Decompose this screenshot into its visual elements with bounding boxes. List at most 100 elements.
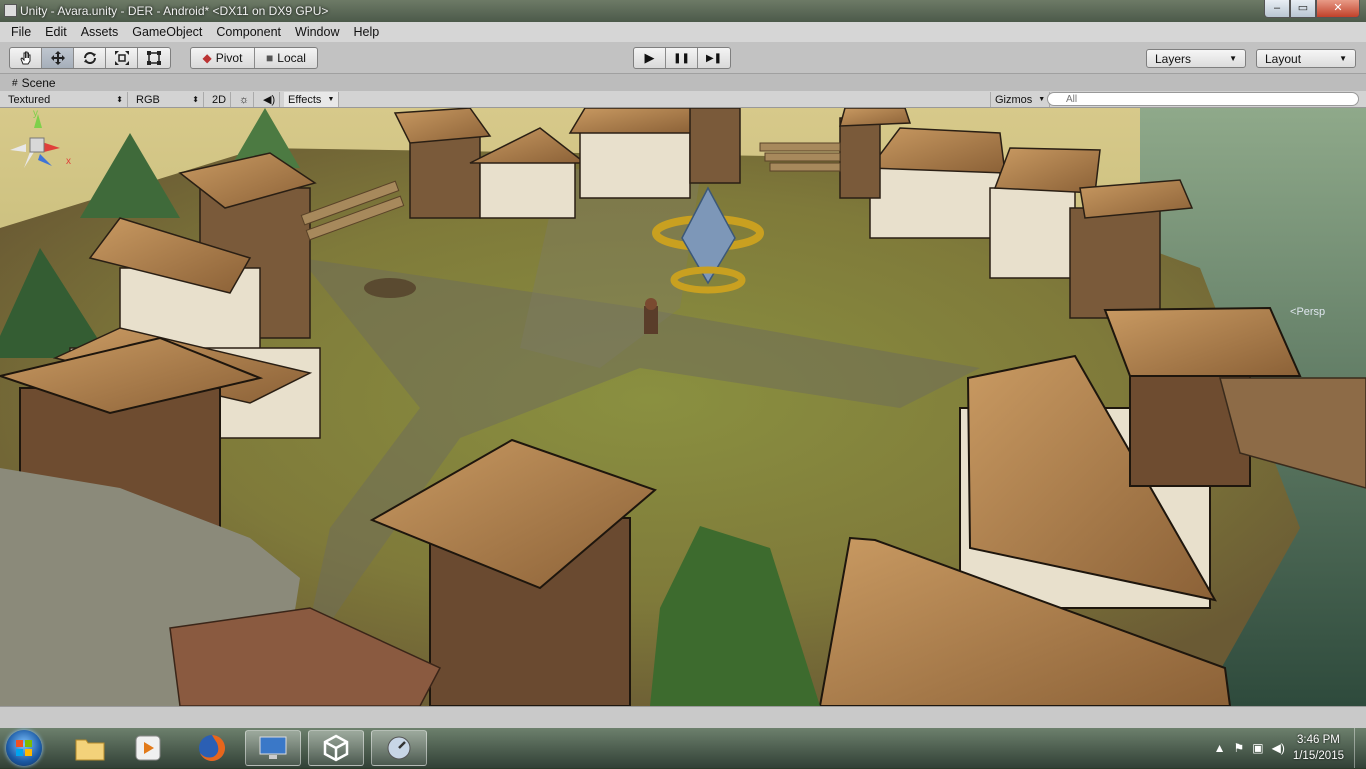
taskbar-clock[interactable]: 3:46 PM 1/15/2015 xyxy=(1293,732,1344,764)
scene-lighting-toggle[interactable]: ☼ xyxy=(235,92,255,107)
taskbar-remote-desktop[interactable] xyxy=(245,730,301,766)
color-mode-dropdown[interactable]: RGB ⬍ xyxy=(132,92,204,107)
menu-window[interactable]: Window xyxy=(288,25,346,39)
persp-label[interactable]: <Persp xyxy=(1290,306,1325,318)
menu-edit[interactable]: Edit xyxy=(38,25,74,39)
move-tool-button[interactable] xyxy=(42,48,74,68)
show-hidden-icons-icon[interactable]: ▲ xyxy=(1214,741,1226,755)
sun-icon: ☼ xyxy=(239,93,250,106)
local-cube-icon: ■ xyxy=(266,51,274,65)
menu-component[interactable]: Component xyxy=(209,25,288,39)
media-player-icon xyxy=(135,735,161,761)
gizmos-label: Gizmos xyxy=(995,93,1033,106)
windows-logo-icon xyxy=(16,740,32,756)
chevron-down-icon: ▼ xyxy=(1339,54,1347,63)
tab-scene[interactable]: # Scene xyxy=(6,75,62,91)
minimize-button[interactable]: – xyxy=(1264,0,1290,18)
scale-tool-button[interactable] xyxy=(106,48,138,68)
speaker-icon: ◀) xyxy=(263,94,276,106)
mode-2d-toggle[interactable]: 2D xyxy=(208,92,232,107)
chevron-down-icon: ▼ xyxy=(327,96,335,103)
window-controls: – ▭ ✕ xyxy=(1264,0,1360,18)
remote-icon xyxy=(387,736,411,760)
hand-icon xyxy=(19,51,30,65)
effects-label: Effects xyxy=(288,93,322,106)
main-toolbar: ◆ Pivot ■ Local ▶ ❚❚ ▶❚ Layers ▼ Layout … xyxy=(0,42,1366,74)
volume-icon[interactable]: ◀) xyxy=(1272,741,1285,755)
play-icon: ▶ xyxy=(644,50,655,65)
unity-app-icon xyxy=(4,4,17,17)
chevron-down-icon: ▼ xyxy=(1038,96,1046,103)
tab-scene-label: Scene xyxy=(21,76,56,90)
layers-dropdown[interactable]: Layers ▼ xyxy=(1146,49,1246,68)
monitor-icon xyxy=(259,736,287,759)
layout-label: Layout xyxy=(1265,51,1302,66)
effects-dropdown[interactable]: Effects ▼ xyxy=(284,92,340,107)
render-mode-label: Textured xyxy=(8,93,51,106)
clock-date: 1/15/2015 xyxy=(1292,750,1344,762)
pause-button[interactable]: ❚❚ xyxy=(666,48,698,68)
step-button[interactable]: ▶❚ xyxy=(698,48,730,68)
taskbar-explorer[interactable] xyxy=(62,730,118,766)
flag-icon[interactable]: ⚑ xyxy=(1233,741,1244,755)
scene-grid-icon: # xyxy=(12,77,18,89)
taskbar-media-player[interactable] xyxy=(120,730,176,766)
menu-bar: File Edit Assets GameObject Component Wi… xyxy=(0,22,1366,42)
render-mode-dropdown[interactable]: Textured ⬍ xyxy=(4,92,128,107)
hierarchy-search-input[interactable] xyxy=(1047,92,1359,106)
taskbar-unity-remote[interactable] xyxy=(371,730,427,766)
show-desktop-button[interactable] xyxy=(1354,728,1366,768)
local-button[interactable]: ■ Local xyxy=(255,48,317,68)
rect-tool-button[interactable] xyxy=(138,48,170,68)
unity-icon xyxy=(323,734,349,762)
menu-gameobject[interactable]: GameObject xyxy=(125,25,209,39)
menu-assets[interactable]: Assets xyxy=(74,25,126,39)
persp-text: Persp xyxy=(1296,306,1326,318)
pivot-button[interactable]: ◆ Pivot xyxy=(191,48,255,68)
gizmos-dropdown[interactable]: Gizmos ▼ xyxy=(990,92,1051,107)
maximize-button[interactable]: ▭ xyxy=(1290,0,1316,18)
scene-view-toolbar: Textured ⬍ RGB ⬍ 2D ☼ ◀) Effects ▼ Gizmo… xyxy=(0,91,1366,108)
close-button[interactable]: ✕ xyxy=(1316,0,1360,18)
menu-file[interactable]: File xyxy=(4,25,38,39)
hand-tool-button[interactable] xyxy=(10,48,42,68)
step-icon: ▶❚ xyxy=(705,52,723,64)
scene-tab-strip: # Scene xyxy=(0,74,1366,91)
pause-icon: ❚❚ xyxy=(673,52,690,64)
firefox-icon xyxy=(199,735,225,761)
menu-help[interactable]: Help xyxy=(346,25,386,39)
editor-status-bar xyxy=(0,706,1366,728)
layers-label: Layers xyxy=(1155,51,1192,66)
updown-icon: ⬍ xyxy=(192,95,199,104)
taskbar-firefox[interactable] xyxy=(184,730,240,766)
window-title: Unity - Avara.unity - DER - Android* <DX… xyxy=(20,4,329,18)
rotate-tool-button[interactable] xyxy=(74,48,106,68)
folder-icon xyxy=(75,739,105,761)
title-bar: Unity - Avara.unity - DER - Android* <DX… xyxy=(0,0,1366,22)
scene-viewport[interactable]: y x <Persp xyxy=(0,108,1366,706)
pivot-label: Pivot xyxy=(215,51,243,65)
system-tray: ▲ ⚑ ▣ ◀) 3:46 PM 1/15/2015 xyxy=(1214,728,1366,768)
playmode-controls: ▶ ❚❚ ▶❚ xyxy=(633,47,731,69)
color-mode-label: RGB xyxy=(136,93,160,106)
gizmo-y-label: y xyxy=(33,108,38,119)
scene-audio-toggle[interactable]: ◀) xyxy=(259,92,281,107)
rotate-icon xyxy=(83,52,96,64)
network-icon[interactable]: ▣ xyxy=(1252,741,1263,755)
scene-render xyxy=(0,108,1366,706)
layout-dropdown[interactable]: Layout ▼ xyxy=(1256,49,1356,68)
gizmo-x-label: x xyxy=(66,156,71,167)
taskbar-unity[interactable] xyxy=(308,730,364,766)
scale-icon xyxy=(114,51,129,65)
clock-time: 3:46 PM xyxy=(1297,734,1340,746)
chevron-down-icon: ▼ xyxy=(1229,54,1237,63)
rect-icon xyxy=(147,51,161,65)
orientation-gizmo[interactable]: y x xyxy=(0,108,80,208)
transform-tools xyxy=(9,47,171,69)
mode-2d-label: 2D xyxy=(212,93,227,106)
windows-taskbar: ▲ ⚑ ▣ ◀) 3:46 PM 1/15/2015 xyxy=(0,728,1366,768)
play-button[interactable]: ▶ xyxy=(634,48,666,68)
updown-icon: ⬍ xyxy=(116,95,123,104)
move-icon xyxy=(50,51,65,65)
start-button[interactable] xyxy=(6,730,42,766)
